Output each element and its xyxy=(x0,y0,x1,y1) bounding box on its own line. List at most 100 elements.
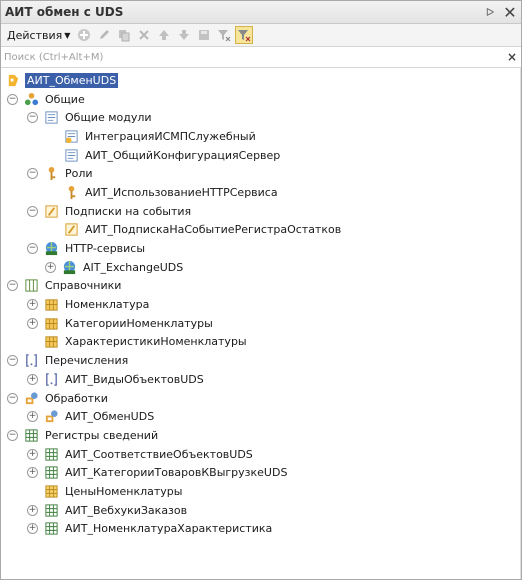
catalog-icon xyxy=(43,334,59,350)
module-icon xyxy=(63,147,79,163)
tree-item-register[interactable]: ЦеныНоменклатуры xyxy=(5,482,521,501)
tree-item-subscription[interactable]: АИТ_ПодпискаНаСобытиеРегистраОстатков xyxy=(5,221,521,240)
tree-item-roles[interactable]: − Роли xyxy=(5,164,521,183)
edit-icon[interactable] xyxy=(95,26,113,44)
tree-item-register[interactable]: + АИТ_НоменклатураХарактеристика xyxy=(5,520,521,539)
title-bar: АИТ обмен с UDS ᐅ ✕ xyxy=(1,1,521,24)
search-input[interactable] xyxy=(1,49,503,65)
move-up-icon[interactable] xyxy=(155,26,173,44)
tree-item-http-service[interactable]: + AIT_ExchangeUDS xyxy=(5,258,521,277)
register-icon xyxy=(43,465,59,481)
catalog-icon xyxy=(43,297,59,313)
tree-item-label: Обработки xyxy=(45,391,108,405)
expand-icon[interactable]: + xyxy=(27,373,38,385)
tree-item-label: Регистры сведений xyxy=(45,428,159,442)
tree-item-label: АИТ_ВидыОбъектовUDS xyxy=(65,372,204,386)
tree-item-module[interactable]: ИнтеграцияИСМПСлужебный xyxy=(5,127,521,146)
tree-item-common[interactable]: − Общие xyxy=(5,90,521,109)
tree-item-subsystem[interactable]: АИТ_ОбменUDS xyxy=(5,71,521,90)
collapse-icon[interactable]: − xyxy=(7,280,18,292)
collapse-icon[interactable]: − xyxy=(7,355,18,367)
tree-item-catalog[interactable]: + Номенклатура xyxy=(5,295,521,314)
tree-item-label: ИнтеграцияИСМПСлужебный xyxy=(85,129,256,143)
tree-item-module[interactable]: АИТ_ОбщийКонфигурацияСервер xyxy=(5,146,521,165)
http-service-icon xyxy=(61,259,77,275)
tree-item-label: Роли xyxy=(65,167,93,181)
tree-item-label: Перечисления xyxy=(45,354,129,368)
tree-item-info-registers[interactable]: − Регистры сведений xyxy=(5,426,521,445)
tree-item-label: AIT_ExchangeUDS xyxy=(83,260,184,274)
tree-item-http-services[interactable]: − HTTP-сервисы xyxy=(5,239,521,258)
collapse-icon[interactable]: − xyxy=(27,243,38,255)
delete-icon[interactable] xyxy=(135,26,153,44)
common-icon xyxy=(23,91,39,107)
expand-icon[interactable]: + xyxy=(27,467,38,479)
tree-item-label: АИТ_ОбщийКонфигурацияСервер xyxy=(85,148,281,162)
collapse-icon[interactable]: − xyxy=(7,429,18,441)
tree-item-label: Справочники xyxy=(45,279,122,293)
add-icon[interactable] xyxy=(75,26,93,44)
tree-item-register[interactable]: + АИТ_СоответствиеОбъектовUDS xyxy=(5,445,521,464)
tree-item-label: АИТ_ПодпискаНаСобытиеРегистраОстатков xyxy=(85,223,342,237)
enum-icon xyxy=(23,353,39,369)
collapse-icon[interactable]: − xyxy=(7,392,18,404)
expand-icon[interactable]: + xyxy=(27,299,38,311)
toolbar: Действия ▼ xyxy=(1,24,521,47)
collapse-icon[interactable]: − xyxy=(27,205,38,217)
expand-icon[interactable]: + xyxy=(27,411,38,423)
tree-item-label: АИТ_НоменклатураХарактеристика xyxy=(65,522,273,536)
tree-item-event-subscriptions[interactable]: − Подписки на события xyxy=(5,202,521,221)
pin-icon[interactable]: ᐅ xyxy=(483,5,497,19)
window: АИТ обмен с UDS ᐅ ✕ Действия ▼ Поиск (Ct… xyxy=(0,0,522,580)
actions-menu-button[interactable]: Действия ▼ xyxy=(4,26,73,44)
tree-item-label: Номенклатура xyxy=(65,298,150,312)
dataprocessor-icon xyxy=(23,390,39,406)
expand-icon[interactable]: + xyxy=(45,261,56,273)
expand-icon[interactable]: + xyxy=(27,504,38,516)
tree-item-enum[interactable]: + АИТ_ВидыОбъектовUDS xyxy=(5,370,521,389)
metadata-tree: АИТ_ОбменUDS − Общие − Общие модули Инте… xyxy=(1,68,521,538)
expand-icon[interactable]: + xyxy=(27,523,38,535)
tree-item-catalogs[interactable]: − Справочники xyxy=(5,277,521,296)
collapse-icon[interactable]: − xyxy=(27,168,38,180)
catalog-icon xyxy=(43,315,59,331)
tree-item-catalog[interactable]: + КатегорииНоменклатуры xyxy=(5,314,521,333)
filter-active-icon[interactable] xyxy=(235,26,254,44)
move-down-icon[interactable] xyxy=(175,26,193,44)
copy-icon[interactable] xyxy=(115,26,133,44)
clear-search-icon[interactable]: × xyxy=(503,50,521,64)
subsystem-icon xyxy=(5,72,21,88)
tree-item-label: КатегорииНоменклатуры xyxy=(65,316,213,330)
role-icon xyxy=(63,184,79,200)
tree-item-role[interactable]: АИТ_ИспользованиеHTTPСервиса xyxy=(5,183,521,202)
role-icon xyxy=(43,166,59,182)
save-icon[interactable] xyxy=(195,26,213,44)
chevron-down-icon: ▼ xyxy=(64,30,71,40)
register-icon xyxy=(43,521,59,537)
register-icon xyxy=(43,446,59,462)
dataprocessor-icon xyxy=(43,409,59,425)
tree-item-dataprocessor[interactable]: + АИТ_ОбменUDS xyxy=(5,407,521,426)
tree-item-enums[interactable]: − Перечисления xyxy=(5,351,521,370)
filter-icon[interactable] xyxy=(215,26,233,44)
tree-item-common-modules[interactable]: − Общие модули xyxy=(5,108,521,127)
tree-item-register[interactable]: + АИТ_ВебхукиЗаказов xyxy=(5,501,521,520)
actions-label: Действия xyxy=(7,28,63,42)
collapse-icon[interactable]: − xyxy=(27,112,38,124)
subscription-icon xyxy=(63,222,79,238)
collapse-icon[interactable]: − xyxy=(7,93,18,105)
tree-item-register[interactable]: + АИТ_КатегорииТоваровКВыгрузкеUDS xyxy=(5,463,521,482)
tree-item-label: АИТ_ВебхукиЗаказов xyxy=(65,503,188,517)
expand-icon[interactable]: + xyxy=(27,448,38,460)
close-icon[interactable]: ✕ xyxy=(503,3,517,22)
search-row: × xyxy=(1,47,521,68)
expand-icon[interactable]: + xyxy=(27,317,38,329)
module-icon xyxy=(43,110,59,126)
tree-item-label: АИТ_СоответствиеОбъектовUDS xyxy=(65,447,253,461)
tree-item-label: HTTP-сервисы xyxy=(65,242,146,256)
tree-item-label: АИТ_ИспользованиеHTTPСервиса xyxy=(85,185,278,199)
subscription-icon xyxy=(43,203,59,219)
tree-item-dataprocessors[interactable]: − Обработки xyxy=(5,389,521,408)
tree-item-catalog[interactable]: ХарактеристикиНоменклатуры xyxy=(5,333,521,352)
tree-item-label: ЦеныНоменклатуры xyxy=(65,484,183,498)
